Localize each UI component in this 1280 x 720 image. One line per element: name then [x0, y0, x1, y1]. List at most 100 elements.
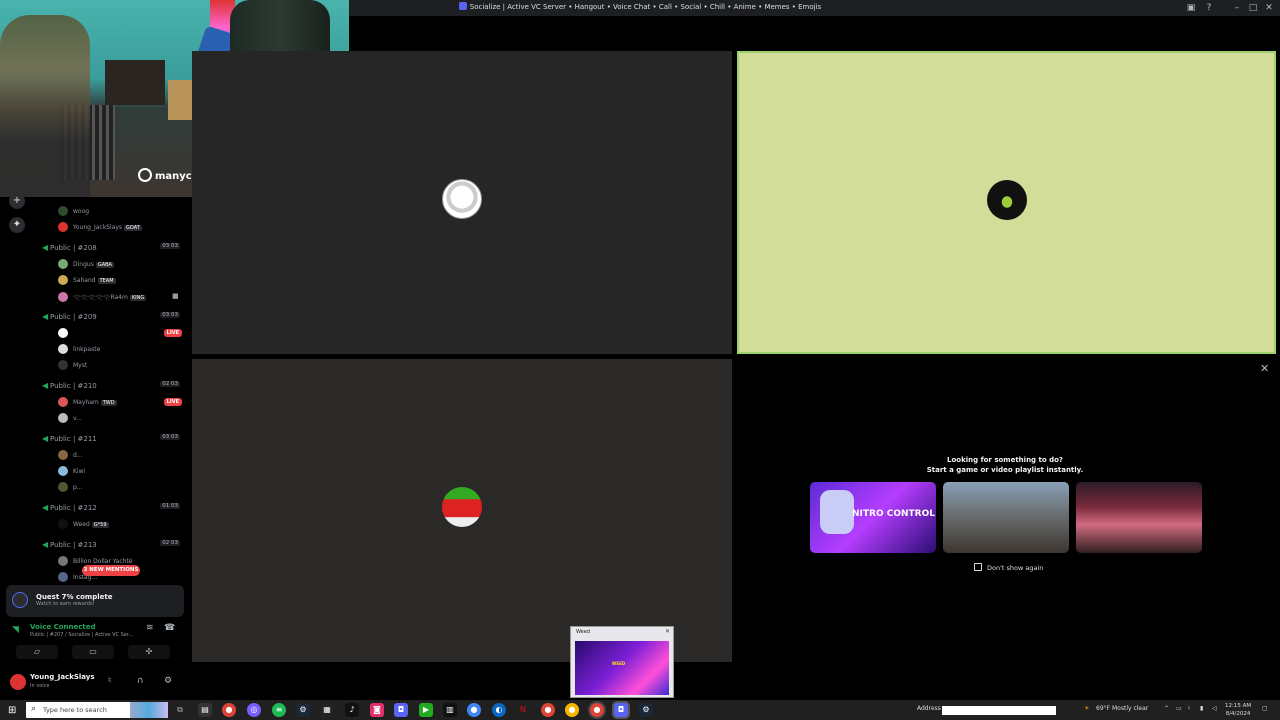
search-box[interactable]: ⌕ Type here to search	[26, 702, 168, 718]
headphones-icon[interactable]: ∩	[137, 676, 144, 686]
activity-card[interactable]: NITRO CONTROL	[810, 482, 936, 553]
member[interactable]: Myst	[58, 360, 184, 372]
member[interactable]: v...	[58, 413, 184, 425]
window-title: Socialize | Active VC Server • Hangout •…	[350, 2, 930, 11]
chrome-icon[interactable]: ●	[541, 703, 555, 717]
activity-card[interactable]	[1076, 482, 1202, 553]
maximize-icon[interactable]: □	[1248, 3, 1258, 13]
channel-count: 03 03	[160, 434, 180, 440]
channel-209[interactable]: ◀ Public | #209 03 03	[42, 312, 186, 324]
search-highlight-image	[130, 702, 168, 718]
close-icon[interactable]: ✕	[665, 628, 670, 635]
member-name: Mayham	[73, 399, 99, 406]
app-icon[interactable]: ▦	[320, 703, 334, 717]
speaker-icon: ◀	[42, 434, 49, 443]
user-panel: Young_JackSlays In voice ♮ ∩ ⚙	[6, 669, 184, 695]
help-icon[interactable]: ?	[1204, 3, 1214, 13]
address-label: Address	[917, 705, 941, 712]
chrome-icon[interactable]: ●	[467, 703, 481, 717]
app-icon[interactable]: ◐	[492, 703, 506, 717]
camera-icon: ■	[172, 292, 179, 300]
participant-tile[interactable]	[192, 51, 732, 354]
member[interactable]: 𓂀𓂀𓂀𓂀𓂀Ra4m KING	[58, 291, 184, 303]
spotify-icon[interactable]: ≡	[272, 703, 286, 717]
username[interactable]: Young_JackSlays	[30, 673, 95, 681]
inbox-icon[interactable]: ▣	[1186, 3, 1196, 13]
add-server-icon[interactable]: +	[9, 193, 25, 209]
member-name: woog	[73, 208, 90, 215]
mic-icon[interactable]: ♮	[108, 676, 111, 686]
member-woog[interactable]: woog	[58, 206, 184, 218]
disconnect-icon[interactable]: ☎	[164, 623, 175, 633]
steam-icon[interactable]: ⚙	[639, 703, 653, 717]
clock[interactable]: 12:15 AM 8/4/2024	[1225, 702, 1251, 718]
tiktok-icon[interactable]: ♪	[345, 703, 359, 717]
app-icon[interactable]: ▤	[198, 703, 212, 717]
activity-card[interactable]	[943, 482, 1069, 553]
speaker-icon: ◀	[42, 540, 49, 549]
member[interactable]: linkpaste	[58, 344, 184, 356]
taskbar: ⊞ ⌕ Type here to search ⧉ ▤ ● ◎ ≡ ⚙ ▦ ♪ …	[0, 700, 1280, 720]
preview-thumbnail: WEED	[575, 641, 669, 695]
battery-icon[interactable]: ▮	[1200, 705, 1203, 712]
member-young-jackslays[interactable]: Young_JackSlays GOAT	[58, 222, 184, 234]
weather-text[interactable]: 69°F Mostly clear	[1096, 705, 1148, 712]
rocket-icon: ✣	[145, 647, 153, 656]
channel-211[interactable]: ◀ Public | #211 03 03	[42, 434, 186, 446]
address-input[interactable]	[942, 706, 1056, 715]
app-icon[interactable]: ▶	[419, 703, 433, 717]
netflix-icon[interactable]: N	[516, 703, 530, 717]
camera-button[interactable]: ▱	[16, 645, 58, 659]
gear-icon[interactable]: ⚙	[164, 676, 172, 686]
activities-button[interactable]: ✣	[128, 645, 170, 659]
checkbox[interactable]	[974, 563, 982, 571]
voice-channel[interactable]: Public | #207 / Socialize | Active VC Se…	[30, 632, 133, 638]
channel-208[interactable]: ◀ Public | #208 03 03	[42, 243, 186, 255]
channel-212[interactable]: ◀ Public | #212 01 03	[42, 503, 186, 515]
close-icon[interactable]: ✕	[1260, 362, 1269, 375]
member[interactable]: d...	[58, 450, 184, 462]
participant-tile[interactable]	[192, 359, 732, 662]
task-view-icon[interactable]: ⧉	[173, 703, 187, 717]
avatar	[58, 328, 68, 338]
windows-start-icon[interactable]: ⊞	[8, 705, 16, 716]
chrome-icon[interactable]: ●	[590, 703, 604, 717]
member[interactable]: Sahand TEAM	[58, 275, 184, 287]
member[interactable]: p...	[58, 482, 184, 494]
noise-suppression-icon[interactable]: ≋	[146, 623, 154, 633]
chevron-up-icon[interactable]: ⌃	[1164, 705, 1169, 712]
voice-status[interactable]: Voice Connected	[30, 623, 96, 631]
discover-icon[interactable]: ✦	[9, 217, 25, 233]
taskbar-preview[interactable]: Weed ✕ WEED	[570, 626, 674, 698]
chrome-icon[interactable]: ●	[565, 703, 579, 717]
chrome-icon[interactable]: ●	[222, 703, 236, 717]
robot-icon	[820, 490, 854, 534]
network-icon[interactable]: ▭	[1176, 705, 1182, 712]
dont-show-again[interactable]: Don't show again	[974, 563, 1043, 572]
member-name: 𓂀𓂀𓂀𓂀𓂀Ra4m	[73, 294, 128, 301]
member-name: Myst	[73, 362, 88, 369]
member[interactable]: Kiwi	[58, 466, 184, 478]
instagram-icon[interactable]: ◙	[370, 703, 384, 717]
member[interactable]: Weed G*59	[58, 519, 184, 531]
channel-213[interactable]: ◀ Public | #213 02 03	[42, 540, 186, 552]
new-mentions-pill[interactable]: 3 NEW MENTIONS	[82, 565, 140, 576]
app-icon[interactable]: ◎	[247, 703, 261, 717]
discord-icon[interactable]: ◘	[614, 703, 628, 717]
member-tag: KING	[129, 295, 147, 301]
volume-icon[interactable]: ◁	[1212, 705, 1217, 712]
mic-icon[interactable]: ♮	[1188, 705, 1190, 712]
channel-210[interactable]: ◀ Public | #210 02 03	[42, 381, 186, 393]
avatar	[58, 572, 68, 582]
quest-card[interactable]: Quest 7% complete Watch to earn rewards!	[6, 585, 184, 617]
member[interactable]: Dingus GABA	[58, 259, 184, 271]
avatar[interactable]	[10, 674, 26, 690]
stats-icon[interactable]: ▥	[443, 703, 457, 717]
steam-icon[interactable]: ⚙	[296, 703, 310, 717]
screen-share-button[interactable]: ▭	[72, 645, 114, 659]
discord-icon[interactable]: ◘	[394, 703, 408, 717]
minimize-icon[interactable]: –	[1232, 3, 1242, 13]
notifications-icon[interactable]: ▢	[1262, 705, 1268, 712]
participant-tile-speaking[interactable]	[737, 51, 1276, 354]
close-icon[interactable]: ✕	[1264, 3, 1274, 13]
